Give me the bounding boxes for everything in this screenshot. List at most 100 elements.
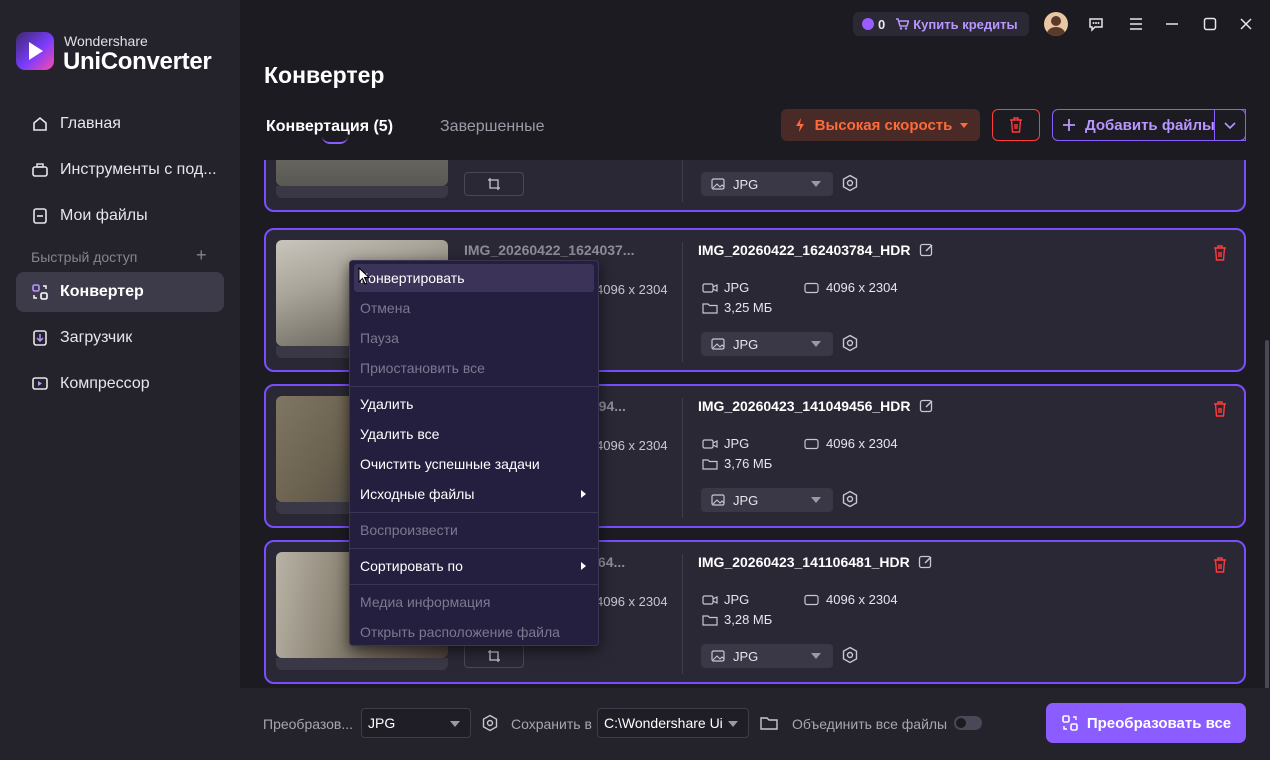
task-card[interactable]: JPG	[264, 160, 1246, 212]
chevron-down-icon	[811, 181, 821, 187]
menu-item-delete[interactable]: Удалить	[354, 390, 594, 418]
menu-separator	[350, 386, 598, 387]
resolution-icon	[804, 438, 819, 449]
output-filename-text: IMG_20260423_141049456_HDR	[698, 398, 911, 414]
menu-item-label: Приостановить все	[360, 360, 485, 376]
menu-item-play[interactable]: Воспроизвести	[354, 516, 594, 544]
output-format: JPG	[724, 592, 750, 607]
menu-item-open-location[interactable]: Открыть расположение файла	[354, 618, 594, 646]
sidebar-item-tools[interactable]: Инструменты с под...	[16, 150, 224, 190]
output-format: JPG	[724, 436, 750, 451]
add-files-dropdown[interactable]	[1214, 109, 1246, 141]
settings-gear-icon[interactable]	[840, 333, 860, 353]
source-resolution: 4096 x 2304	[596, 438, 668, 453]
delete-all-button[interactable]	[992, 109, 1040, 141]
convert-format-label: Преобразов...	[263, 716, 354, 732]
menu-item-pause-all[interactable]: Приостановить все	[354, 354, 594, 382]
trash-icon	[1010, 117, 1022, 133]
source-resolution: 4096 x 2304	[596, 594, 668, 609]
menu-icon[interactable]	[1126, 14, 1146, 34]
convert-format-select[interactable]: JPG	[361, 708, 471, 738]
merge-files-toggle[interactable]	[954, 716, 982, 730]
crop-icon	[488, 650, 500, 662]
avatar[interactable]	[1044, 12, 1068, 36]
minimize-icon[interactable]	[1162, 14, 1182, 34]
settings-gear-icon[interactable]	[840, 645, 860, 665]
buy-credits-button[interactable]: Купить кредиты	[895, 17, 1018, 32]
menu-item-label: Удалить	[360, 396, 414, 412]
tab-finished[interactable]: Завершенные	[440, 118, 544, 136]
sidebar-item-downloader[interactable]: Загрузчик	[16, 318, 224, 358]
thumbnail-bar	[276, 186, 448, 198]
format-value: JPG	[733, 336, 759, 352]
close-icon[interactable]	[1236, 14, 1256, 34]
edit-icon[interactable]	[919, 398, 935, 414]
delete-task-icon[interactable]	[1212, 244, 1230, 262]
add-files-label: Добавить файлы	[1085, 116, 1215, 134]
sidebar-item-home[interactable]: Главная	[16, 104, 224, 144]
edit-icon[interactable]	[918, 554, 934, 570]
image-icon	[711, 178, 725, 190]
maximize-icon[interactable]	[1200, 14, 1220, 34]
scrollbar[interactable]	[1265, 340, 1269, 690]
format-select[interactable]: JPG	[701, 172, 833, 196]
convert-format-value: JPG	[368, 715, 396, 731]
tab-converting[interactable]: Конвертация (5)	[266, 118, 393, 136]
sidebar-item-compressor[interactable]: Компрессор	[16, 364, 224, 404]
settings-gear-icon[interactable]	[840, 489, 860, 509]
menu-item-source-files[interactable]: Исходные файлы	[354, 480, 594, 508]
thumbnail	[276, 160, 448, 186]
folder-icon[interactable]	[760, 715, 778, 736]
thumbnail-bar	[276, 658, 448, 670]
sidebar-item-converter[interactable]: Конвертер	[16, 272, 224, 312]
menu-item-cancel[interactable]: Отмена	[354, 294, 594, 322]
video-icon	[702, 282, 718, 293]
menu-item-clear-successful[interactable]: Очистить успешные задачи	[354, 450, 594, 478]
output-filename: IMG_20260422_162403784_HDR	[698, 242, 935, 258]
menu-item-media-info[interactable]: Медиа информация	[354, 588, 594, 616]
convert-icon	[1062, 715, 1078, 731]
delete-task-icon[interactable]	[1212, 556, 1230, 574]
format-select[interactable]: JPG	[701, 644, 833, 668]
tab-active-indicator	[322, 136, 348, 144]
sidebar-item-myfiles[interactable]: Мои файлы	[16, 196, 224, 236]
output-resolution: 4096 x 2304	[826, 280, 898, 295]
convert-all-button[interactable]: Преобразовать все	[1046, 703, 1246, 743]
folder-icon	[702, 458, 718, 470]
sidebar-item-label: Мои файлы	[60, 207, 148, 224]
menu-separator	[350, 548, 598, 549]
credits-count: 0	[878, 16, 886, 32]
converter-icon	[30, 282, 50, 302]
menu-item-pause[interactable]: Пауза	[354, 324, 594, 352]
menu-item-sort-by[interactable]: Сортировать по	[354, 552, 594, 580]
menu-item-label: Открыть расположение файла	[360, 624, 560, 640]
quick-access-add-icon[interactable]: +	[196, 245, 207, 266]
chat-icon[interactable]	[1086, 14, 1106, 34]
high-speed-button[interactable]: Высокая скорость	[781, 109, 980, 141]
output-resolution: 4096 x 2304	[826, 436, 898, 451]
save-path-select[interactable]: C:\Wondershare Ui	[597, 708, 749, 738]
card-divider	[682, 242, 683, 362]
home-icon	[30, 114, 50, 134]
menu-item-delete-all[interactable]: Удалить все	[354, 420, 594, 448]
format-select[interactable]: JPG	[701, 488, 833, 512]
resolution-icon	[804, 282, 819, 293]
toolbox-icon	[30, 160, 50, 180]
settings-gear-icon[interactable]	[481, 714, 499, 737]
quick-access-label: Быстрый доступ	[31, 249, 138, 265]
crop-button[interactable]	[464, 172, 524, 196]
card-divider	[682, 398, 683, 518]
edit-icon[interactable]	[919, 242, 935, 258]
chevron-down-icon	[450, 721, 460, 727]
delete-task-icon[interactable]	[1212, 400, 1230, 418]
sidebar-item-label: Компрессор	[60, 375, 150, 392]
output-format-meta: JPG	[702, 280, 749, 295]
output-size: 3,28 МБ	[724, 612, 773, 627]
menu-item-convert[interactable]: Конвертировать	[354, 264, 594, 292]
image-icon	[711, 338, 725, 350]
sidebar: Wondershare UniConverter Главная Инструм…	[0, 0, 240, 760]
settings-gear-icon[interactable]	[840, 173, 860, 193]
crop-button[interactable]	[464, 644, 524, 668]
format-select[interactable]: JPG	[701, 332, 833, 356]
credits-widget[interactable]: 0 Купить кредиты	[853, 12, 1029, 36]
